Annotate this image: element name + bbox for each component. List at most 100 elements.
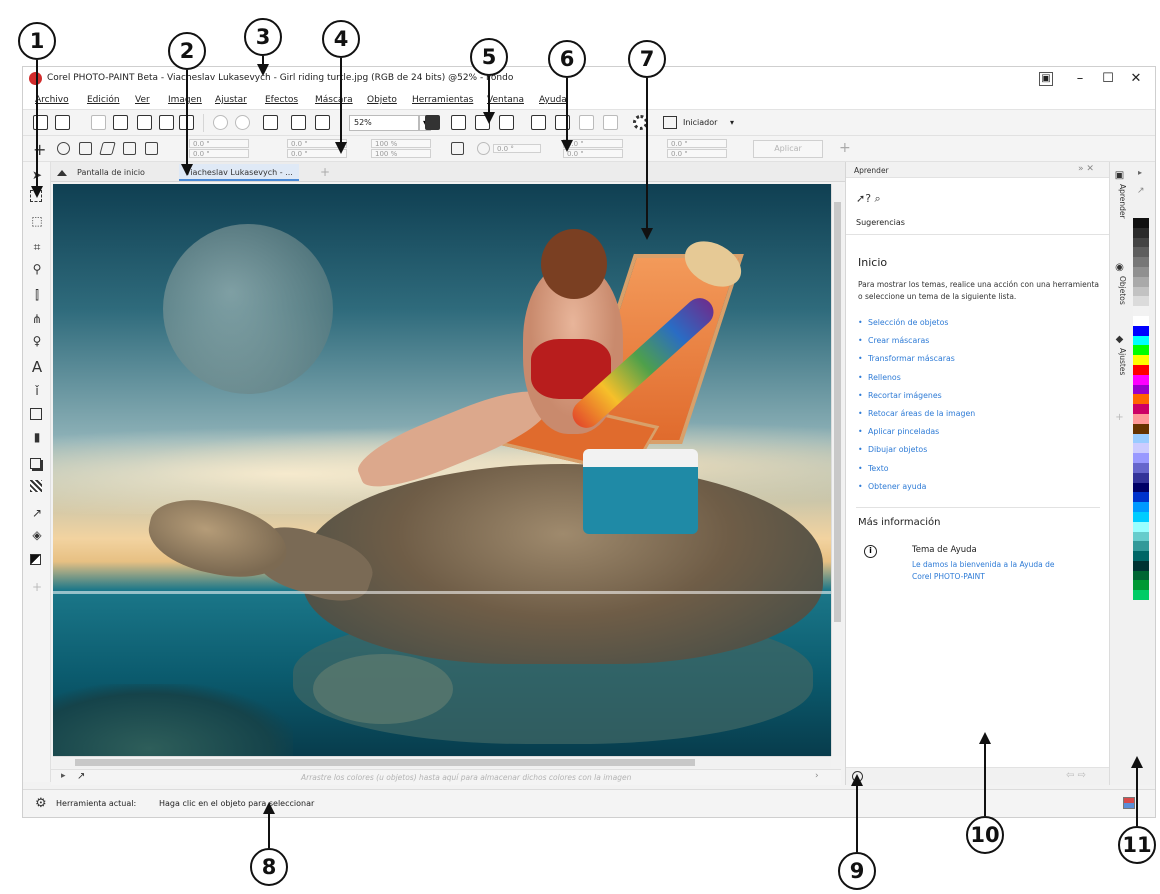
menu-herramientas[interactable]: Herramientas: [412, 95, 473, 105]
color-swatch[interactable]: [1133, 541, 1149, 552]
topic-link[interactable]: Transformar máscaras: [858, 350, 975, 368]
color-swatch[interactable]: [1133, 345, 1149, 356]
tab-ajustes[interactable]: Ajustes: [1113, 348, 1127, 375]
fill-tool-icon[interactable]: ◈: [30, 528, 44, 542]
eraser-tool-icon[interactable]: ▮: [30, 430, 44, 444]
adjustments-tab-icon[interactable]: ◆: [1114, 334, 1125, 345]
tab-objetos[interactable]: Objetos: [1113, 276, 1127, 305]
menu-efectos[interactable]: Efectos: [265, 95, 298, 105]
color-swatch[interactable]: [1133, 227, 1149, 238]
launcher-dropdown[interactable]: Iniciador ▾: [663, 115, 734, 131]
color-swatch[interactable]: [1133, 286, 1149, 297]
color-swatch[interactable]: [1133, 570, 1149, 581]
color-swatches-icon[interactable]: [30, 554, 41, 565]
color-swatch[interactable]: [1133, 296, 1149, 307]
rotation-angle-field[interactable]: 0.0 °: [493, 144, 541, 153]
scale-x-field[interactable]: 100 %: [371, 139, 431, 148]
menu-ventana[interactable]: Ventana: [487, 95, 524, 105]
help-topic-link[interactable]: Le damos la bienvenida a la Ayuda de Cor…: [912, 559, 1072, 583]
objects-tab-icon[interactable]: ◉: [1114, 262, 1125, 273]
color-swatch[interactable]: [1133, 394, 1149, 405]
full-screen-icon[interactable]: [425, 115, 440, 130]
tab-aprender[interactable]: Aprender: [1113, 184, 1127, 219]
copy-icon[interactable]: [159, 115, 174, 130]
color-profile-icon[interactable]: [1123, 797, 1135, 809]
mask-transform-tool-icon[interactable]: ⬚: [30, 214, 44, 228]
position-x-field[interactable]: 0.0 ": [189, 139, 249, 148]
color-swatch[interactable]: [1133, 590, 1149, 601]
menu-objeto[interactable]: Objeto: [367, 95, 397, 105]
topic-link[interactable]: Rellenos: [858, 369, 975, 387]
color-swatch[interactable]: [1133, 335, 1149, 346]
undo-icon[interactable]: [213, 115, 228, 130]
learn-tool-hints-icon[interactable]: ➚? ⌕: [856, 192, 881, 206]
docker-collapse-icon[interactable]: » ✕: [1078, 164, 1094, 174]
tab-home[interactable]: Pantalla de inicio: [71, 164, 151, 181]
color-swatch[interactable]: [1133, 551, 1149, 561]
color-swatch[interactable]: [1133, 315, 1149, 326]
horizontal-scrollbar[interactable]: [53, 756, 831, 768]
perspective-icon[interactable]: [145, 142, 158, 155]
export-image-icon[interactable]: [315, 115, 330, 130]
color-swatch[interactable]: [1133, 511, 1149, 522]
add-docker-icon[interactable]: +: [1114, 412, 1125, 423]
scale-y-field[interactable]: 100 %: [371, 149, 431, 158]
maximize-button[interactable]: ☐: [1099, 70, 1117, 88]
add-tool-icon[interactable]: +: [30, 580, 44, 594]
skew-v-field[interactable]: 0.0 ": [667, 149, 727, 158]
add-tab-icon[interactable]: +: [317, 164, 333, 180]
tool-settings-gear-icon[interactable]: ⚙: [35, 796, 47, 811]
add-property-icon[interactable]: +: [839, 140, 851, 156]
mask-marquee-icon[interactable]: [531, 115, 546, 130]
rotate-icon[interactable]: [57, 142, 70, 155]
color-swatch[interactable]: [1133, 237, 1149, 248]
topic-link[interactable]: Obtener ayuda: [858, 478, 975, 496]
crop-tool-icon[interactable]: ⌗: [30, 240, 44, 254]
print-icon[interactable]: [113, 115, 128, 130]
menu-edicion[interactable]: Edición: [87, 95, 120, 105]
import-image-icon[interactable]: [291, 115, 306, 130]
color-swatch[interactable]: [1133, 521, 1149, 532]
zoom-level-field[interactable]: 52%: [349, 115, 419, 131]
home-icon[interactable]: [57, 166, 67, 176]
color-eyedropper-icon[interactable]: ↗: [30, 506, 44, 520]
color-swatch[interactable]: [1133, 482, 1149, 493]
color-swatch[interactable]: [1133, 404, 1149, 414]
snap-to-icon[interactable]: [499, 115, 514, 130]
close-button[interactable]: ✕: [1127, 70, 1145, 88]
zoom-tool-icon[interactable]: ⚲: [30, 262, 44, 276]
color-swatch[interactable]: [1133, 462, 1149, 473]
vertical-scrollbar[interactable]: [831, 184, 843, 756]
color-swatch[interactable]: [1133, 325, 1149, 336]
topic-link[interactable]: Texto: [858, 460, 975, 478]
docker-nav-arrows-icon[interactable]: ⇦ ⇨: [1066, 770, 1086, 781]
skew-h-field[interactable]: 0.0 ": [667, 139, 727, 148]
position-y-field[interactable]: 0.0 ": [189, 149, 249, 158]
color-swatch[interactable]: [1133, 560, 1149, 571]
effect-tool-icon[interactable]: ⋔: [30, 312, 44, 326]
apply-button[interactable]: Aplicar: [753, 140, 823, 158]
color-swatch[interactable]: [1133, 306, 1149, 316]
menu-ver[interactable]: Ver: [135, 95, 150, 105]
lock-ratio-icon[interactable]: [451, 142, 464, 155]
topic-link[interactable]: Recortar imágenes: [858, 387, 975, 405]
object-marquee-icon[interactable]: [579, 115, 594, 130]
topic-link[interactable]: Dibujar objetos: [858, 441, 975, 459]
tab-document[interactable]: Viacheslav Lukasevych - ...: [179, 164, 299, 181]
text-tool-icon[interactable]: A: [30, 360, 44, 375]
topic-link[interactable]: Crear máscaras: [858, 332, 975, 350]
color-swatch[interactable]: [1133, 580, 1149, 591]
topic-link[interactable]: Aplicar pinceladas: [858, 423, 975, 441]
show-rulers-icon[interactable]: [451, 115, 466, 130]
open-folder-icon[interactable]: [55, 115, 70, 130]
color-swatch[interactable]: [1133, 266, 1149, 277]
palette-eyedropper-icon[interactable]: ↗: [1137, 186, 1145, 196]
color-swatch[interactable]: [1133, 492, 1149, 503]
color-swatch[interactable]: [1133, 453, 1149, 463]
color-swatch[interactable]: [1133, 531, 1149, 542]
distort-icon[interactable]: [123, 142, 136, 155]
color-swatch[interactable]: [1133, 433, 1149, 444]
color-swatch[interactable]: [1133, 443, 1149, 454]
palette-scroll-icon[interactable]: ›: [815, 771, 819, 781]
add-transform-icon[interactable]: +: [33, 140, 46, 159]
